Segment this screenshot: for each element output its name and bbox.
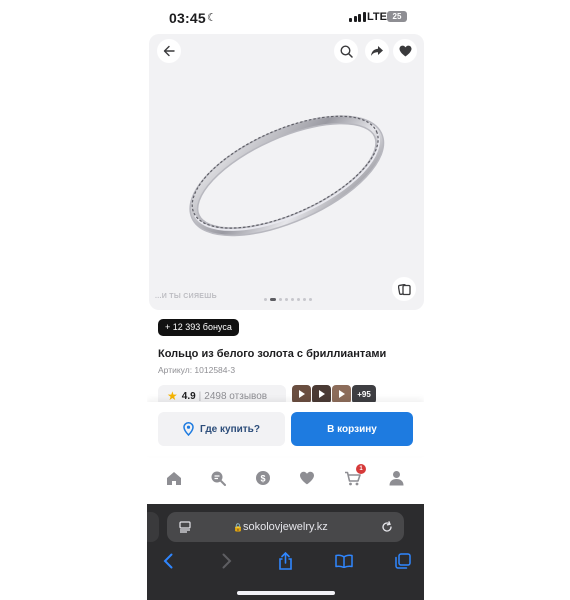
previous-tab-edge[interactable] [147,512,159,542]
arrow-left-icon [163,45,175,57]
search-button[interactable] [334,39,358,63]
where-to-buy-label: Где купить? [200,423,260,435]
ring-image [189,115,385,237]
gallery-dot[interactable] [297,298,300,301]
bonus-coin-icon: $ [256,471,270,485]
url-text: sokolovjewelry.kz [243,521,328,533]
share-button[interactable] [365,39,389,63]
battery-icon: 25 [387,11,407,22]
browser-back-button[interactable] [157,550,179,572]
tabs-button[interactable] [392,550,414,572]
play-icon [299,390,305,398]
search-icon [339,44,353,58]
purchase-actions: Где купить? В корзину [147,402,424,456]
browser-forward-button[interactable] [216,550,238,572]
reload-icon[interactable] [381,521,393,533]
where-to-buy-button[interactable]: Где купить? [158,412,285,446]
heart-icon [399,45,411,57]
product-gallery[interactable]: ...И ТЫ СИЯЕШЬ [149,34,424,310]
signal-icon [349,12,366,22]
catalog-search-icon [211,471,226,486]
location-pin-icon [183,422,194,436]
browser-share-button[interactable] [274,550,296,572]
moon-icon: ☾ [207,12,217,24]
browser-toolbar [147,550,424,576]
try-on-button[interactable] [392,277,416,301]
share-icon [278,552,292,570]
star-icon: ★ [167,389,178,403]
gallery-pagination[interactable] [264,298,312,301]
gallery-dot[interactable] [309,298,312,301]
back-button[interactable] [157,39,181,63]
product-sku: Артикул: 1012584-3 [158,365,236,375]
user-icon [389,471,403,486]
tab-bonus[interactable]: $ [253,468,273,488]
brand-watermark: ...И ТЫ СИЯЕШЬ [155,293,217,300]
gallery-dot[interactable] [279,298,282,301]
chevron-left-icon [163,553,173,569]
address-bar[interactable]: 🔒 sokolovjewelry.kz [167,512,404,542]
browser-chrome: 🔒 sokolovjewelry.kz [147,504,424,600]
tab-favorites[interactable] [297,468,317,488]
tab-catalog[interactable] [208,468,228,488]
book-icon [335,554,353,568]
gallery-dot[interactable] [264,298,267,301]
product-title: Кольцо из белого золота с бриллиантами [158,348,387,360]
copy-cards-icon [397,283,411,295]
share-arrow-icon [371,46,383,56]
tabs-icon [395,553,411,569]
favorite-button[interactable] [393,39,417,63]
home-indicator [237,591,335,595]
gallery-dot-active[interactable] [270,298,276,301]
tab-cart[interactable]: 1 [342,464,366,488]
reviews-count: 2498 отзывов [204,390,268,402]
bonus-badge: + 12 393 бонуса [158,319,239,336]
gallery-dot[interactable] [291,298,294,301]
status-bar: 03:45 ☾ LTE 25 [147,0,424,36]
rating-separator: | [198,390,202,402]
add-to-cart-button[interactable]: В корзину [291,412,413,446]
cart-count-badge: 1 [356,464,366,474]
rating-value: 4.9 [181,390,196,402]
play-icon [319,390,325,398]
bottom-tab-bar: $ 1 [147,458,424,504]
play-icon [339,390,345,398]
gallery-dot[interactable] [285,298,288,301]
chevron-right-icon [222,553,232,569]
phone-screen: 03:45 ☾ LTE 25 ...И ТЫ СИЯЕШЬ + 12 393 б… [147,0,424,600]
gallery-dot[interactable] [303,298,306,301]
bookmarks-button[interactable] [333,550,355,572]
home-icon [167,471,181,485]
lock-icon: 🔒 [233,523,243,532]
heart-icon [300,471,314,485]
status-time: 03:45 [169,10,206,26]
tab-profile[interactable] [386,468,406,488]
tab-home[interactable] [164,468,184,488]
reader-mode-icon[interactable] [179,521,191,533]
network-label: LTE [367,11,387,23]
svg-text:$: $ [260,474,265,484]
